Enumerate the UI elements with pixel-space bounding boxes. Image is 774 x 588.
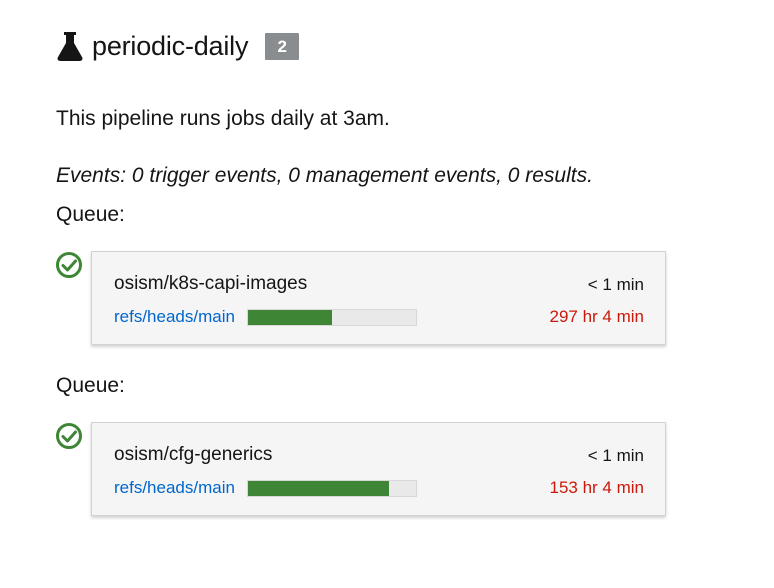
queue-item-card[interactable]: osism/cfg-generics < 1 min refs/heads/ma… [91,422,666,516]
remaining-time: 297 hr 4 min [549,307,645,326]
queue-count-badge: 2 [265,32,300,60]
ref-link[interactable]: refs/heads/main [114,304,247,330]
elapsed-time: < 1 min [587,446,644,465]
project-name: osism/cfg-generics [114,444,273,465]
progress-bar [247,309,417,326]
check-circle-icon [56,423,82,449]
pipeline-events: Events: 0 trigger events, 0 management e… [56,164,593,187]
progress-fill [248,481,390,496]
project-name: osism/k8s-capi-images [114,273,308,294]
progress-fill [248,310,332,325]
pipeline-name: periodic-daily [92,31,249,61]
flask-icon [57,32,83,61]
queue-item-card[interactable]: osism/k8s-capi-images < 1 min refs/heads… [91,251,666,345]
queue-label: Queue: [56,203,125,226]
elapsed-time: < 1 min [587,275,644,294]
remaining-time: 153 hr 4 min [549,478,645,497]
progress-bar [247,480,417,497]
ref-link[interactable]: refs/heads/main [114,475,247,501]
queue-label: Queue: [56,374,125,397]
pipeline-description: This pipeline runs jobs daily at 3am. [56,107,390,130]
check-circle-icon [56,252,82,278]
pipeline-header: periodic-daily 2 [56,26,300,66]
